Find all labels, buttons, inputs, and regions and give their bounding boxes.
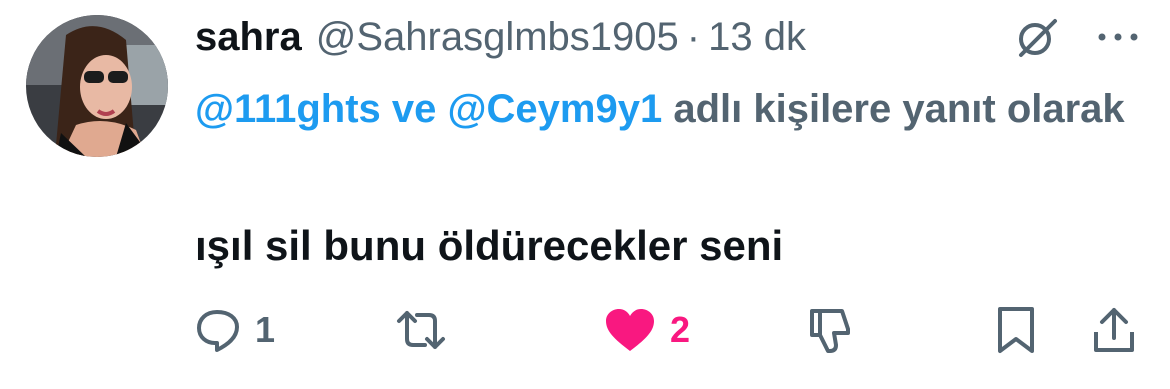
retweet-button[interactable] <box>395 300 447 360</box>
tweet-text: ışıl sil bunu öldürecekler seni <box>195 222 784 269</box>
mention-connector: ve <box>391 87 437 131</box>
bookmark-button[interactable] <box>996 300 1036 360</box>
grok-icon[interactable] <box>1013 17 1061 59</box>
separator-dot: · <box>686 14 701 59</box>
like-count: 2 <box>670 309 691 350</box>
share-icon <box>1092 306 1136 354</box>
bookmark-icon <box>996 305 1036 355</box>
reply-context: @111ghts ve @Ceym9y1 adlı kişilere yanıt… <box>195 80 1155 138</box>
reply-context-suffix: adlı kişilere yanıt olarak <box>673 87 1125 131</box>
reply-count: 1 <box>255 309 276 350</box>
reply-icon <box>195 307 241 353</box>
reply-button[interactable]: 1 <box>195 300 275 360</box>
timestamp[interactable]: 13 dk <box>708 15 806 60</box>
retweet-icon <box>395 307 447 353</box>
heart-filled-icon <box>604 307 656 353</box>
dislike-button[interactable] <box>806 300 856 360</box>
share-button[interactable] <box>1092 300 1136 360</box>
like-button[interactable]: 2 <box>604 300 690 360</box>
mention-link[interactable]: @Ceym9y1 <box>448 87 663 131</box>
display-name[interactable]: sahra <box>195 15 302 60</box>
action-bar: 1 2 <box>0 300 1170 360</box>
dislike-icon <box>806 305 856 355</box>
mention-link[interactable]: @111ghts <box>195 87 381 131</box>
tweet-header: sahra @Sahrasglmbs1905 · 13 dk <box>195 12 806 62</box>
avatar[interactable] <box>26 15 168 157</box>
user-handle[interactable]: @Sahrasglmbs1905 <box>316 15 679 60</box>
more-icon[interactable] <box>1096 30 1140 44</box>
